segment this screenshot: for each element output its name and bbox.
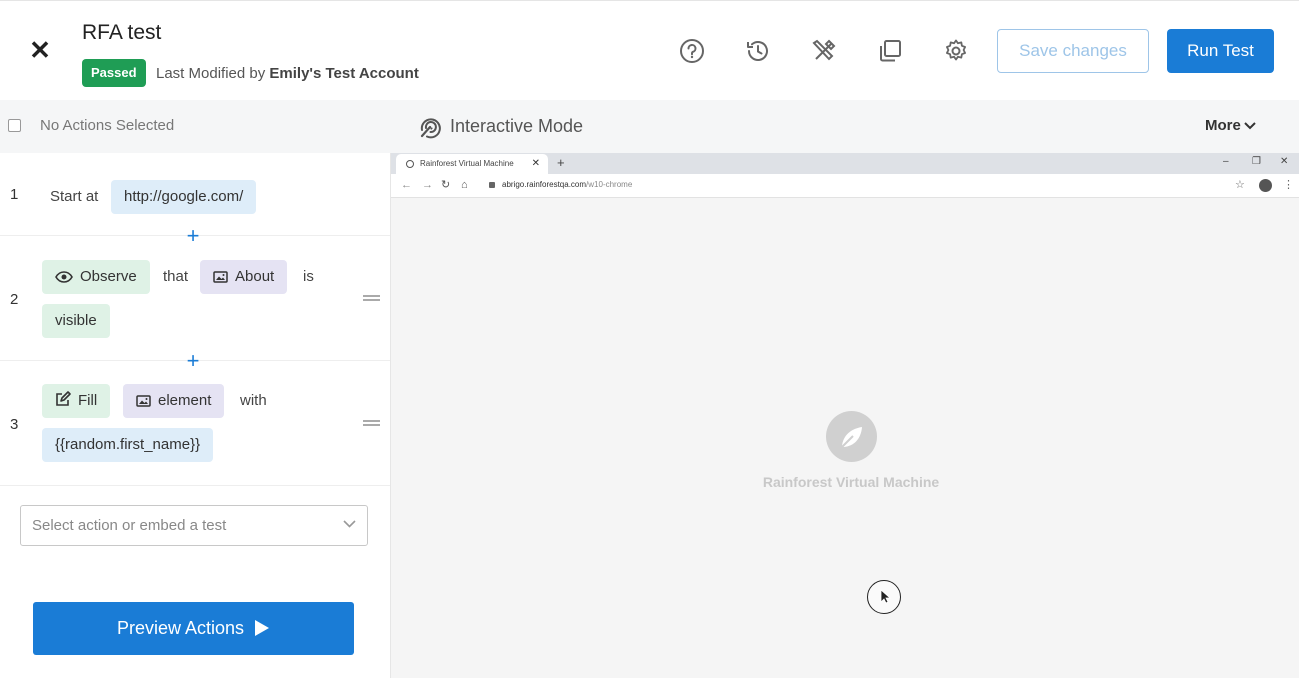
step-number: 2 xyxy=(10,291,19,308)
drag-handle-icon[interactable] xyxy=(363,295,380,301)
last-modified: Last Modified by Emily's Test Account xyxy=(156,65,419,82)
url-host: abrigo.rainforestqa.com xyxy=(502,180,587,189)
element-label: element xyxy=(158,392,212,409)
step-word: that xyxy=(163,268,189,285)
step-row-3[interactable]: 3 Fill element with {{random.first_name}… xyxy=(0,361,390,486)
url-path: /w10-chrome xyxy=(586,180,633,189)
action-select-placeholder: Select action or embed a test xyxy=(32,517,227,534)
sub-toolbar: No Actions Selected Interactive Mode Mor… xyxy=(0,100,1299,153)
edit-icon xyxy=(56,391,71,406)
preview-actions-button[interactable]: Preview Actions xyxy=(33,602,354,655)
close-icon[interactable]: ✕ xyxy=(28,37,52,63)
restore-icon[interactable]: ❐ xyxy=(1252,156,1261,168)
element-chip[interactable]: About xyxy=(200,260,288,294)
browser-tab-title: Rainforest Virtual Machine xyxy=(420,159,514,168)
more-menu-button[interactable]: More xyxy=(1205,117,1256,134)
reload-icon[interactable]: ↻ xyxy=(441,179,450,191)
variable-chip[interactable]: {{random.first_name}} xyxy=(42,428,214,462)
back-icon[interactable]: ← xyxy=(401,179,412,191)
settings-icon[interactable] xyxy=(943,38,969,64)
observe-label: Observe xyxy=(80,268,137,285)
new-tab-icon[interactable]: + xyxy=(557,155,565,171)
play-icon xyxy=(255,620,270,636)
more-label: More xyxy=(1205,117,1241,134)
interactive-mode-label: Interactive Mode xyxy=(450,116,584,136)
tools-icon[interactable] xyxy=(811,38,837,64)
virtual-machine-view[interactable]: Rainforest Virtual Machine ✕ + – ❐ ✕ ← →… xyxy=(391,153,1299,678)
last-modified-user: Emily's Test Account xyxy=(269,65,419,82)
close-tab-icon[interactable]: ✕ xyxy=(532,154,540,174)
step-prefix: Start at xyxy=(50,188,99,205)
help-icon[interactable] xyxy=(679,38,705,64)
browser-address-bar: ← → ↻ ⌂ abrigo.rainforestqa.com/w10-chro… xyxy=(391,174,1299,198)
steps-panel: 1 Start at http://google.com/ + 2 Observ… xyxy=(0,153,391,678)
element-label: About xyxy=(235,268,275,285)
browser-tab-strip: Rainforest Virtual Machine ✕ + – ❐ ✕ xyxy=(391,153,1299,174)
fill-chip[interactable]: Fill xyxy=(42,384,111,418)
drag-handle-icon[interactable] xyxy=(363,420,380,426)
history-icon[interactable] xyxy=(745,38,771,64)
chevron-down-icon xyxy=(1244,122,1256,130)
step-word: is xyxy=(303,268,314,285)
action-select[interactable]: Select action or embed a test xyxy=(20,505,368,546)
step-row-2[interactable]: 2 Observe that About is visible xyxy=(0,236,390,361)
fill-label: Fill xyxy=(78,392,98,409)
vm-logo-text: Rainforest Virtual Machine xyxy=(762,474,940,490)
status-badge: Passed xyxy=(82,59,146,87)
close-window-icon[interactable]: ✕ xyxy=(1280,156,1288,168)
lock-icon xyxy=(489,182,495,188)
interactive-mode-icon xyxy=(417,114,443,140)
top-bar: ✕ RFA test Passed Last Modified by Emily… xyxy=(0,0,1299,100)
globe-icon xyxy=(406,160,414,168)
step-number: 1 xyxy=(10,186,19,203)
url-field[interactable]: abrigo.rainforestqa.com/w10-chrome xyxy=(502,180,632,189)
visible-chip[interactable]: visible xyxy=(42,304,110,338)
url-chip[interactable]: http://google.com/ xyxy=(111,180,257,214)
select-all-checkbox[interactable] xyxy=(8,119,21,132)
image-icon xyxy=(136,395,151,407)
save-changes-button[interactable]: Save changes xyxy=(997,29,1149,73)
selection-status: No Actions Selected xyxy=(40,117,175,134)
profile-icon[interactable] xyxy=(1259,179,1272,192)
browser-menu-icon[interactable]: ⋮ xyxy=(1283,178,1294,191)
last-modified-prefix: Last Modified by xyxy=(156,65,266,82)
browser-tab[interactable]: Rainforest Virtual Machine ✕ xyxy=(396,154,548,174)
duplicate-icon[interactable] xyxy=(877,38,903,64)
step-word: with xyxy=(240,392,267,409)
home-icon[interactable]: ⌂ xyxy=(461,179,468,191)
chevron-down-icon xyxy=(343,520,356,528)
page-title: RFA test xyxy=(82,21,162,44)
preview-actions-label: Preview Actions xyxy=(116,618,245,638)
element-chip[interactable]: element xyxy=(123,384,225,418)
run-test-button[interactable]: Run Test xyxy=(1167,29,1274,73)
step-number: 3 xyxy=(10,416,19,433)
observe-chip[interactable]: Observe xyxy=(42,260,150,294)
minimize-icon[interactable]: – xyxy=(1223,156,1229,168)
star-icon[interactable]: ☆ xyxy=(1235,178,1245,191)
image-icon xyxy=(213,271,228,283)
eye-icon xyxy=(55,271,73,283)
forward-icon[interactable]: → xyxy=(422,179,433,191)
leaf-icon xyxy=(826,411,877,462)
cursor-icon xyxy=(867,580,901,614)
